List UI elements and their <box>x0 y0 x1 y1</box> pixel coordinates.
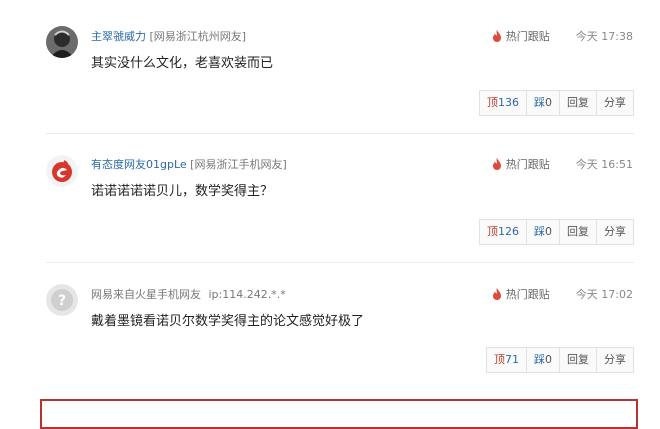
comment-user-line: 有态度网友01gpLe [网易浙江手机网友] <box>91 156 287 172</box>
upvote-count: 71 <box>505 353 519 366</box>
reply-button[interactable]: 回复 <box>560 348 597 372</box>
comment-user-line: 网易来自火星手机网友 ip:114.242.*.* <box>91 286 286 302</box>
comment-actions: 顶126 踩0 回复 分享 <box>479 219 634 245</box>
upvote-button[interactable]: 顶126 <box>480 220 527 244</box>
user-location: ip:114.242.*.* <box>208 288 286 301</box>
flame-icon <box>492 288 501 300</box>
share-button[interactable]: 分享 <box>597 91 633 115</box>
reply-button[interactable]: 回复 <box>560 91 597 115</box>
downvote-label: 踩 <box>534 225 545 238</box>
upvote-label: 顶 <box>487 225 498 238</box>
timestamp: 今天 17:38 <box>575 30 633 43</box>
username[interactable]: 有态度网友01gpLe <box>91 158 187 171</box>
flame-icon <box>492 158 501 170</box>
downvote-count: 0 <box>545 353 552 366</box>
upvote-count: 136 <box>498 96 519 109</box>
timestamp: 今天 16:51 <box>575 158 633 171</box>
downvote-label: 踩 <box>534 353 545 366</box>
hot-label: 热门跟贴 <box>505 30 550 43</box>
comment-user-line: 主翠虢威力 [网易浙江杭州网友] <box>91 28 246 44</box>
comment-meta: 热门跟贴 今天 17:02 <box>492 286 633 302</box>
downvote-button[interactable]: 踩0 <box>527 91 560 115</box>
user-location: [网易浙江杭州网友] <box>149 30 247 43</box>
hot-label: 热门跟贴 <box>505 158 550 171</box>
upvote-button[interactable]: 顶71 <box>487 348 527 372</box>
avatar[interactable] <box>46 26 78 58</box>
share-button[interactable]: 分享 <box>597 348 633 372</box>
svg-text:?: ? <box>58 293 66 309</box>
comment-input-box[interactable] <box>40 399 638 429</box>
avatar[interactable]: ? <box>46 284 78 316</box>
comment-actions: 顶71 踩0 回复 分享 <box>486 347 634 373</box>
user-location: [网易浙江手机网友] <box>190 158 287 171</box>
reply-button[interactable]: 回复 <box>560 220 597 244</box>
divider <box>46 262 634 263</box>
hot-label: 热门跟贴 <box>505 288 550 301</box>
upvote-button[interactable]: 顶136 <box>480 91 527 115</box>
downvote-count: 0 <box>545 225 552 238</box>
divider <box>46 133 634 134</box>
timestamp: 今天 17:02 <box>575 288 633 301</box>
comment-meta: 热门跟贴 今天 17:38 <box>492 28 633 44</box>
username[interactable]: 主翠虢威力 <box>91 30 146 43</box>
downvote-label: 踩 <box>534 96 545 109</box>
share-button[interactable]: 分享 <box>597 220 633 244</box>
upvote-count: 126 <box>498 225 519 238</box>
flame-icon <box>492 30 501 42</box>
comment-meta: 热门跟贴 今天 16:51 <box>492 156 633 172</box>
avatar[interactable] <box>46 155 78 187</box>
downvote-button[interactable]: 踩0 <box>527 220 560 244</box>
comment-actions: 顶136 踩0 回复 分享 <box>479 90 634 116</box>
upvote-label: 顶 <box>487 96 498 109</box>
comment-text: 诺诺诺诺诺贝儿，数学奖得主？ <box>91 184 274 199</box>
downvote-count: 0 <box>545 96 552 109</box>
comment-text: 戴着墨镜看诺贝尔数学奖得主的论文感觉好极了 <box>91 314 365 329</box>
downvote-button[interactable]: 踩0 <box>527 348 560 372</box>
username[interactable]: 网易来自火星手机网友 <box>91 288 201 301</box>
upvote-label: 顶 <box>494 353 505 366</box>
comment-text: 其实没什么文化，老喜欢装而已 <box>91 56 274 71</box>
